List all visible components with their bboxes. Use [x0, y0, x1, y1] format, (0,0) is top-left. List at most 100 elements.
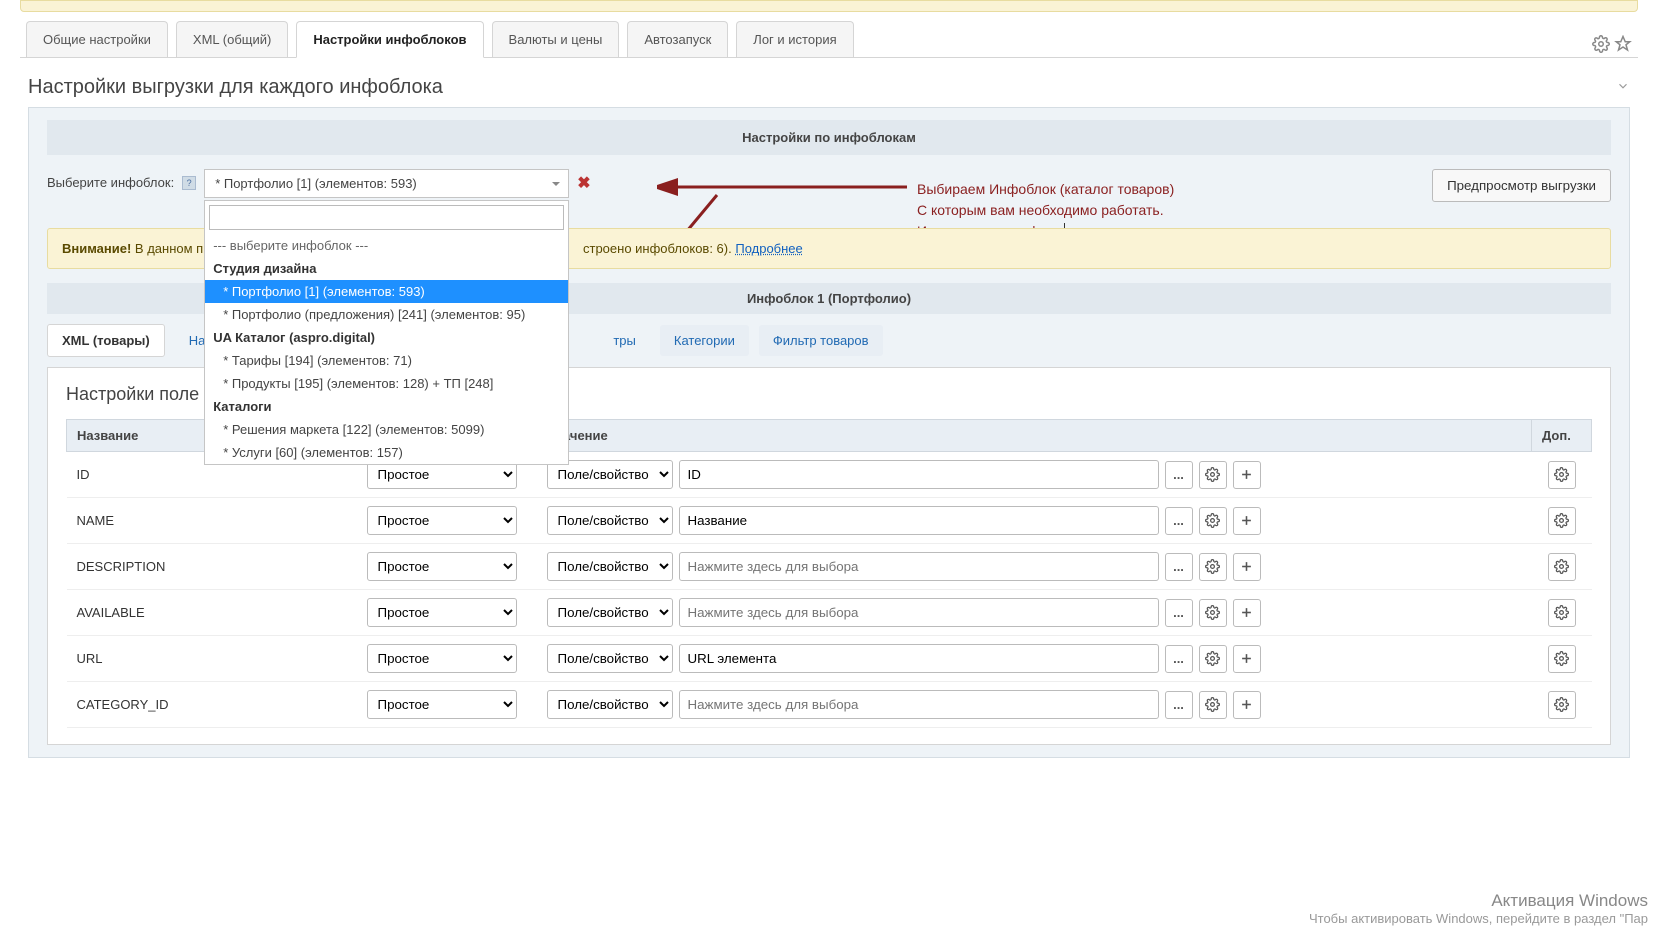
inner-tab-categories[interactable]: Категории — [660, 325, 749, 356]
inner-tab-filter[interactable]: Фильтр товаров — [759, 325, 883, 356]
field-type-select[interactable]: Простое — [367, 690, 517, 719]
field-value-input[interactable] — [679, 644, 1159, 673]
inner-tab-xml-goods[interactable]: XML (товары) — [47, 324, 165, 357]
field-source-select[interactable]: Поле/свойство — [547, 506, 673, 535]
optgroup-0: Студия дизайна — [205, 257, 568, 280]
watermark-title: Активация Windows — [1309, 891, 1648, 911]
field-value-input[interactable] — [679, 598, 1159, 627]
browse-button[interactable]: ... — [1165, 599, 1193, 627]
fields-table: Название Тип Значение Доп. IDПростоеПоле… — [66, 419, 1592, 728]
tab-xml-general[interactable]: XML (общий) — [176, 21, 288, 57]
row-settings-icon[interactable] — [1548, 599, 1576, 627]
field-name: URL — [67, 636, 357, 682]
pin-icon[interactable] — [1614, 35, 1632, 53]
field-source-select[interactable]: Поле/свойство — [547, 690, 673, 719]
field-gear-icon[interactable] — [1199, 691, 1227, 719]
annotation-line1: Выбираем Инфоблок (каталог товаров) — [917, 179, 1174, 200]
chevron-down-icon[interactable] — [1616, 79, 1630, 96]
page-title: Настройки выгрузки для каждого инфоблока — [28, 76, 443, 99]
gear-icon[interactable] — [1592, 35, 1610, 53]
field-value-input[interactable] — [679, 552, 1159, 581]
browse-button[interactable]: ... — [1165, 553, 1193, 581]
tab-general[interactable]: Общие настройки — [26, 21, 168, 57]
inner-tab-truncated-right[interactable]: тры — [599, 325, 650, 356]
tab-iblock-settings[interactable]: Настройки инфоблоков — [296, 21, 483, 58]
row-settings-icon[interactable] — [1548, 507, 1576, 535]
option-placeholder[interactable]: --- выберите инфоблок --- — [205, 234, 568, 257]
browse-button[interactable]: ... — [1165, 645, 1193, 673]
browse-button[interactable]: ... — [1165, 507, 1193, 535]
row-settings-icon[interactable] — [1548, 645, 1576, 673]
field-source-select[interactable]: Поле/свойство — [547, 644, 673, 673]
add-icon[interactable] — [1233, 691, 1261, 719]
row-settings-icon[interactable] — [1548, 553, 1576, 581]
field-value-input[interactable] — [679, 460, 1159, 489]
field-gear-icon[interactable] — [1199, 645, 1227, 673]
field-name: AVAILABLE — [67, 590, 357, 636]
selector-label: Выберите инфоблок: — [47, 169, 174, 190]
row-settings-icon[interactable] — [1548, 691, 1576, 719]
iblock-search-input[interactable] — [209, 205, 564, 230]
option-portfolio-1[interactable]: * Портфолио [1] (элементов: 593) — [205, 280, 568, 303]
tab-autorun[interactable]: Автозапуск — [627, 21, 728, 57]
add-icon[interactable] — [1233, 507, 1261, 535]
field-gear-icon[interactable] — [1199, 461, 1227, 489]
section-title: Настройки по инфоблокам — [47, 120, 1611, 155]
field-name: NAME — [67, 498, 357, 544]
field-gear-icon[interactable] — [1199, 553, 1227, 581]
table-row: AVAILABLE Простое Поле/свойство... — [67, 590, 1592, 636]
warning-prefix: Внимание! — [62, 241, 131, 256]
add-icon[interactable] — [1233, 461, 1261, 489]
field-type-select[interactable]: Простое — [367, 644, 517, 673]
add-icon[interactable] — [1233, 645, 1261, 673]
field-type-select[interactable]: Простое — [367, 552, 517, 581]
iblock-select[interactable]: * Портфолио [1] (элементов: 593) --- выб… — [204, 169, 569, 198]
optgroup-2: Каталоги — [205, 395, 568, 418]
row-settings-icon[interactable] — [1548, 461, 1576, 489]
windows-activation-watermark: Активация Windows Чтобы активировать Win… — [1309, 891, 1648, 926]
tab-currencies[interactable]: Валюты и цены — [492, 21, 620, 57]
field-gear-icon[interactable] — [1199, 507, 1227, 535]
option-solutions[interactable]: * Решения маркета [122] (элементов: 5099… — [205, 418, 568, 441]
tab-log[interactable]: Лог и история — [736, 21, 853, 57]
field-source-select[interactable]: Поле/свойство — [547, 552, 673, 581]
top-banner — [20, 0, 1638, 12]
option-portfolio-offers[interactable]: * Портфолио (предложения) [241] (элемент… — [205, 303, 568, 326]
preview-export-button[interactable]: Предпросмотр выгрузки — [1432, 169, 1611, 202]
main-tabs: Общие настройки XML (общий) Настройки ин… — [20, 20, 1638, 58]
add-icon[interactable] — [1233, 553, 1261, 581]
field-source-select[interactable]: Поле/свойство — [547, 598, 673, 627]
option-services[interactable]: * Услуги [60] (элементов: 157) — [205, 441, 568, 464]
table-row: CATEGORY_ID Простое Поле/свойство... — [67, 682, 1592, 728]
table-row: NAME Простое Поле/свойство... — [67, 498, 1592, 544]
option-products[interactable]: * Продукты [195] (элементов: 128) + ТП [… — [205, 372, 568, 395]
annotation-line2: С которым вам необходимо работать. — [917, 200, 1174, 221]
col-dop: Доп. — [1532, 420, 1592, 452]
help-icon[interactable]: ? — [182, 176, 196, 190]
iblock-select-display[interactable]: * Портфолио [1] (элементов: 593) — [204, 169, 569, 198]
field-value-input[interactable] — [679, 506, 1159, 535]
browse-button[interactable]: ... — [1165, 691, 1193, 719]
watermark-subtitle: Чтобы активировать Windows, перейдите в … — [1309, 911, 1648, 926]
table-row: URL Простое Поле/свойство... — [67, 636, 1592, 682]
field-type-select[interactable]: Простое — [367, 506, 517, 535]
field-name: CATEGORY_ID — [67, 682, 357, 728]
optgroup-1: UA Каталог (aspro.digital) — [205, 326, 568, 349]
add-icon[interactable] — [1233, 599, 1261, 627]
warning-more-link[interactable]: Подробнее — [735, 241, 802, 256]
warning-text-right: строено инфоблоков: 6). — [583, 241, 735, 256]
field-value-input[interactable] — [679, 690, 1159, 719]
col-value: Значение — [537, 420, 1532, 452]
iblock-option-list: --- выберите инфоблок --- Студия дизайна… — [205, 234, 568, 464]
field-type-select[interactable]: Простое — [367, 598, 517, 627]
table-row: DESCRIPTION Простое Поле/свойство... — [67, 544, 1592, 590]
field-name: DESCRIPTION — [67, 544, 357, 590]
iblock-dropdown: --- выберите инфоблок --- Студия дизайна… — [204, 200, 569, 465]
browse-button[interactable]: ... — [1165, 461, 1193, 489]
field-gear-icon[interactable] — [1199, 599, 1227, 627]
iblock-selector-row: Выберите инфоблок: ? * Портфолио [1] (эл… — [47, 169, 1611, 202]
remove-iblock-icon[interactable]: ✖ — [577, 169, 590, 193]
warning-text-left: В данном п — [131, 241, 203, 256]
iblock-settings-section: Настройки по инфоблокам Выберите инфобло… — [28, 107, 1630, 758]
option-tariffs[interactable]: * Тарифы [194] (элементов: 71) — [205, 349, 568, 372]
